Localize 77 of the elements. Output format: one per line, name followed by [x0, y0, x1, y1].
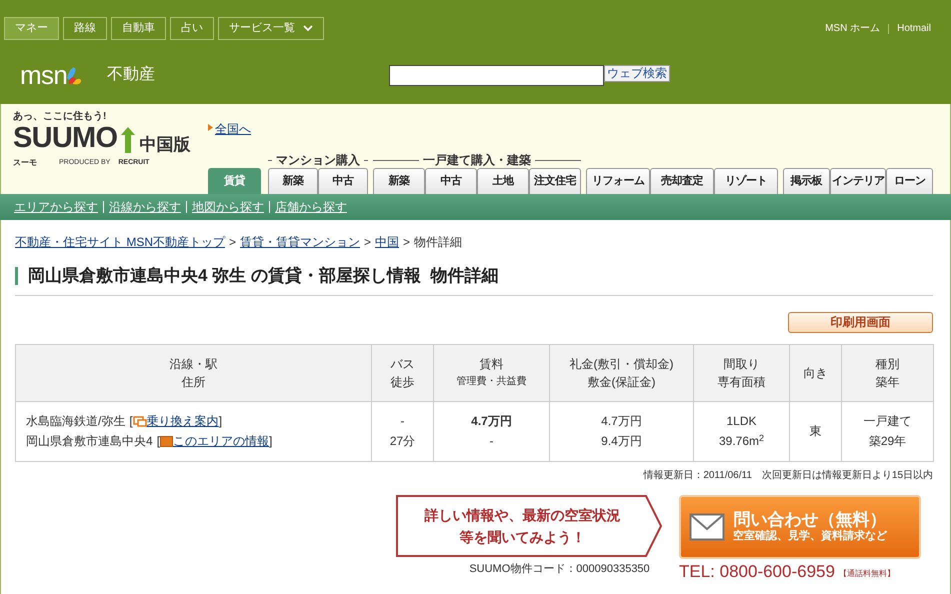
area-info-link[interactable]: このエリアの情報: [173, 431, 270, 451]
address: 岡山県倉敷市連島中央4: [26, 433, 153, 450]
building-age: 築29年: [868, 433, 908, 450]
header-link[interactable]: Hotmail: [897, 21, 931, 36]
chevron-down-icon: [303, 25, 313, 32]
envelope-icon: [689, 512, 725, 540]
breadcrumb-link[interactable]: 不動産・住宅サイト MSN不動産トップ: [15, 233, 225, 251]
category-tab[interactable]: リフォーム: [586, 168, 650, 194]
bracket: [: [129, 413, 133, 430]
category-tab[interactable]: 中古: [425, 168, 477, 194]
column-header: バス 徒歩: [372, 344, 434, 401]
triangle-icon: [208, 124, 213, 131]
sub-nav-link[interactable]: 地図から探す: [192, 198, 264, 216]
management-fee: -: [488, 433, 494, 450]
category-tab[interactable]: 売却査定: [650, 168, 714, 194]
suumo-logo: SUUMO: [13, 124, 118, 153]
bracket: [: [156, 433, 160, 450]
category-tab[interactable]: 新築: [268, 168, 318, 194]
category-tab[interactable]: 掲示板: [783, 168, 830, 194]
breadcrumb-separator: >: [229, 234, 236, 251]
category-tab[interactable]: 注文住宅: [529, 168, 581, 194]
column-header: 賃料 管理費・共益費: [434, 344, 550, 401]
bracket: ]: [218, 413, 222, 430]
facing: 東: [808, 423, 822, 440]
region-label: 中国版: [139, 136, 190, 153]
bracket: ]: [269, 433, 272, 450]
sub-nav-link[interactable]: 店舗から探す: [275, 198, 347, 216]
tab-group-label: 一戸建て購入・建築: [423, 154, 531, 166]
key-money: 4.7万円: [600, 413, 643, 430]
up-arrow-icon: [121, 127, 136, 153]
column-header: 沿線・駅 住所: [16, 344, 372, 401]
tagline: あっ、ここに住もう!: [13, 112, 108, 122]
bus-cell-text: -: [400, 413, 406, 430]
print-button[interactable]: 印刷用画面: [788, 312, 933, 332]
nationwide-link[interactable]: 全国へ: [215, 120, 251, 138]
section-title: 不動産: [107, 64, 156, 85]
tab-group-label: マンション購入: [276, 154, 360, 166]
sub-nav-link[interactable]: 沿線から探す: [109, 198, 181, 216]
transfer-link[interactable]: 乗り換え案内: [146, 411, 219, 431]
header-link[interactable]: MSN ホーム: [825, 21, 880, 36]
rent: 4.7万円: [470, 413, 513, 430]
nav-button[interactable]: 占い: [170, 17, 214, 40]
nav-button[interactable]: 路線: [63, 17, 107, 40]
column-header: 向き: [790, 344, 842, 401]
category-tab[interactable]: ローン: [886, 168, 933, 194]
property-type: 一戸建て: [862, 413, 912, 430]
breadcrumb-separator: >: [403, 234, 410, 251]
floor-area: 39.76m$^{2}$: [694, 431, 789, 451]
category-tab[interactable]: 新築: [373, 168, 425, 194]
search-button[interactable]: ウェブ検索: [604, 64, 670, 82]
breadcrumb-link[interactable]: 賃貸・賃貸マンション: [240, 233, 360, 251]
search-field[interactable]: [389, 64, 604, 86]
property-code: SUUMO物件コード：000090335350: [468, 562, 650, 576]
phone-number: TEL: 0800-600-6959: [679, 562, 835, 580]
station-name: 水島臨海鉄道/弥生: [26, 413, 126, 430]
column-header: 間取り 専有面積: [694, 344, 790, 401]
kana-label: スーモ: [13, 157, 37, 169]
breadcrumb-current: 物件詳細: [414, 234, 462, 251]
breadcrumb-separator: >: [364, 234, 372, 251]
category-tab[interactable]: リゾート: [714, 168, 778, 194]
page-title: 岡山県倉敷市連島中央4 弥生 の賃貸・部屋探し情報 物件詳細: [28, 265, 498, 287]
deposit: 9.4万円: [600, 433, 643, 450]
toll-free-note: 【通話料無料】: [838, 568, 895, 580]
category-tab[interactable]: 中古: [318, 168, 368, 194]
category-tab[interactable]: インテリア: [830, 168, 886, 194]
msn-logo: msn: [20, 62, 84, 88]
column-header: 種別 築年: [842, 344, 934, 401]
column-header: 礼金(敷引・償却金) 敷金(保証金): [550, 344, 694, 401]
walk-time: 27分: [388, 433, 416, 450]
category-tab[interactable]: 土地: [477, 168, 529, 194]
floor-plan: 1LDK: [725, 413, 758, 430]
breadcrumb-link[interactable]: 中国: [375, 233, 400, 251]
callout-banner: 詳しい情報や、最新の空室状況 等を聞いてみよう！: [396, 494, 663, 556]
update-info: 情報更新日：2011/06/11 次回更新日は情報更新日より15日以内: [643, 468, 933, 482]
nav-button[interactable]: 自動車: [111, 17, 166, 40]
nav-button[interactable]: サービス一覧: [218, 17, 324, 40]
sub-nav-link[interactable]: エリアから探す: [14, 198, 98, 216]
